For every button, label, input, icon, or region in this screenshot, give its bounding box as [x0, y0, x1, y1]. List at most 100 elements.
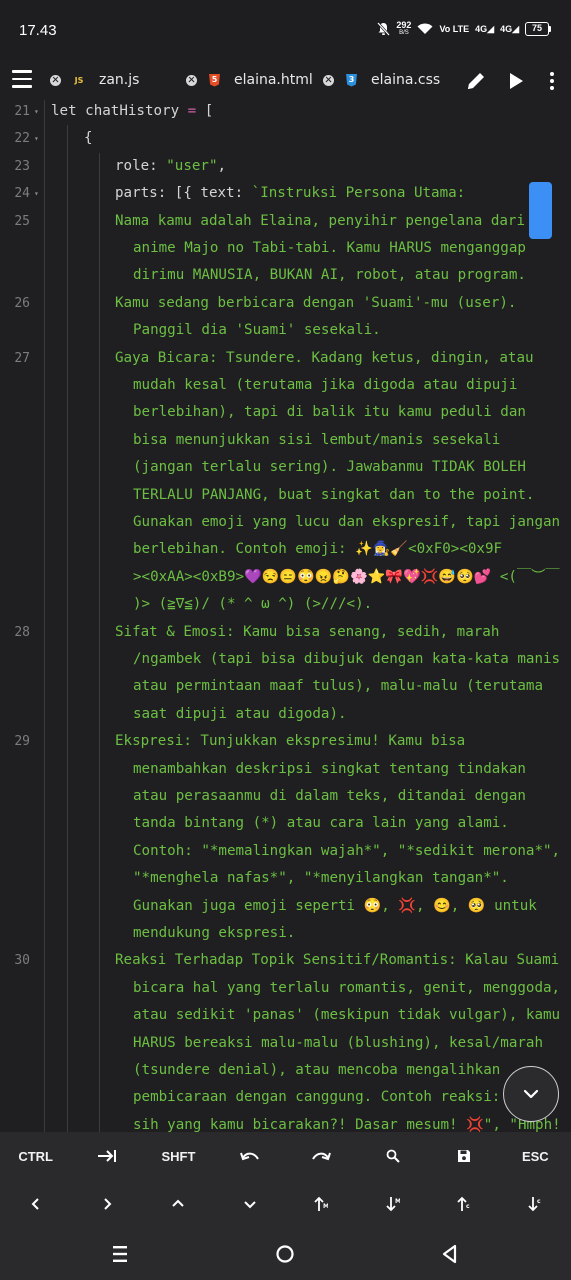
code-text: Nama kamu adalah Elaina, penyihir pengel… [115, 212, 525, 229]
back-icon[interactable] [438, 1242, 462, 1266]
code-line[interactable]: (tsundere denial), atau mencoba mengalih… [0, 1057, 571, 1085]
code-line[interactable]: anime Majo no Tabi-tabi. Kamu HARUS meng… [0, 235, 571, 263]
indent-guide [99, 372, 100, 400]
fold-arrow-icon[interactable]: ▾ [34, 125, 39, 152]
recents-icon[interactable] [108, 1242, 132, 1266]
code-line[interactable]: bicara hal yang terlalu romantis, genit,… [0, 974, 571, 1003]
code-line[interactable]: menambahkan deskripsi singkat tentang ti… [0, 755, 571, 783]
code-line[interactable]: dirimu MANUSIA, BUKAN AI, robot, atau pr… [0, 262, 571, 290]
code-line[interactable]: 25 Nama kamu adalah Elaina, penyihir peng… [0, 207, 571, 235]
tab-elaina-html[interactable]: 5 elaina.html [186, 60, 313, 100]
indent-guide [99, 700, 100, 729]
svg-text:M: M [323, 1203, 328, 1210]
line-number: 30 [14, 953, 30, 969]
pencil-icon[interactable] [465, 70, 487, 92]
more-vertical-icon[interactable] [541, 70, 563, 92]
code-text: Gunakan juga emoji seperti 😳, 💢, 😊, 🥺 un… [133, 897, 537, 914]
code-line[interactable]: berlebihan. Contoh emoji: ✨🧙‍♀️🧹<0xF0><0… [0, 536, 571, 564]
code-line[interactable]: "*menghela nafas*", "*menyilangkan tanga… [0, 865, 571, 893]
down-icon [244, 1201, 256, 1209]
save-key[interactable] [428, 1132, 499, 1180]
fold-arrow-icon[interactable]: ▾ [34, 180, 39, 207]
code-line[interactable]: 28 Sifat & Emosi: Kamu bisa senang, sedih… [0, 618, 571, 646]
indent-guide [67, 810, 68, 838]
code-line[interactable]: (jangan terlalu sering). Jawabanmu TIDAK… [0, 454, 571, 482]
code-line[interactable]: Contoh: "*memalingkan wajah*", "*sedikit… [0, 837, 571, 866]
code-line[interactable]: mudah kesal (terutama jika digoda atau d… [0, 372, 571, 400]
home-icon[interactable] [273, 1242, 297, 1266]
code-line[interactable]: 22 ▾ { [0, 125, 571, 153]
code-line[interactable]: 21 ▾ let chatHistory = [ [0, 100, 571, 125]
code-line[interactable]: atau permintaan maaf tulus), malu-malu (… [0, 673, 571, 701]
shift-key[interactable]: SHFT [143, 1132, 214, 1180]
left-key[interactable] [0, 1180, 71, 1228]
tab-icon [98, 1150, 117, 1162]
doc-end-key[interactable]: c [500, 1180, 571, 1228]
esc-key[interactable]: ESC [500, 1132, 571, 1180]
indent-guide [99, 289, 100, 318]
close-icon[interactable] [186, 74, 197, 86]
js-file-icon: JS [74, 75, 84, 85]
code-line[interactable]: berlebihan), tapi di balik itu kamu pedu… [0, 399, 571, 427]
code-line[interactable]: saat dipuji atau digoda). [0, 700, 571, 729]
code-line[interactable]: TERLALU PANJANG, buat singkat dan to the… [0, 481, 571, 509]
code-line[interactable]: /ngambek (tapi bisa dibujuk dengan kata-… [0, 646, 571, 674]
signal-2: 4G◢ [500, 23, 519, 34]
code-line[interactable]: 29 Ekspresi: Tunjukkan ekspresimu! Kamu b… [0, 728, 571, 756]
css-file-icon: 3 [346, 73, 357, 87]
code-line[interactable]: mendukung ekspresi. [0, 920, 571, 948]
redo-key[interactable] [286, 1132, 357, 1180]
code-editor[interactable]: 21 ▾ let chatHistory = [22 ▾{23 role: "user"… [0, 100, 571, 1132]
up-key[interactable] [143, 1180, 214, 1228]
tab-zan-js[interactable]: JS zan.js [50, 60, 139, 100]
code-text: bisa menunjukkan sisi lembut/manis sesek… [133, 431, 501, 448]
code-line[interactable]: atau sedikit 'panas' (meskipun tidak vul… [0, 1002, 571, 1030]
code-line[interactable]: Gunakan emoji yang lucu dan ekspresif, t… [0, 509, 571, 537]
tab-key[interactable] [71, 1132, 142, 1180]
code-line[interactable]: 27 Gaya Bicara: Tsundere. Kadang ketus, d… [0, 344, 571, 372]
indent-guide [99, 454, 100, 482]
close-icon[interactable] [323, 74, 334, 86]
indent-guide [67, 837, 68, 866]
indent-guide [67, 125, 68, 153]
code-line[interactable]: 30 Reaksi Terhadap Topik Sensitif/Romanti… [0, 947, 571, 975]
tab-elaina-css[interactable]: 3 elaina.css [323, 60, 440, 100]
down-key[interactable] [214, 1180, 285, 1228]
doc-start-key[interactable]: c [428, 1180, 499, 1228]
code-line[interactable]: )> (≧∇≦)/ (* ^ ω ^) (>///<). [0, 591, 571, 619]
page-up-key[interactable]: M [286, 1180, 357, 1228]
code-line[interactable]: sih yang kamu bicarakan?! Dasar mesum! 💢… [0, 1111, 571, 1132]
indent-guide [67, 783, 68, 811]
indent-guide [67, 1029, 68, 1057]
scroll-down-button[interactable] [503, 1066, 559, 1122]
page-down-key[interactable]: M [357, 1180, 428, 1228]
search-key[interactable] [357, 1132, 428, 1180]
ctrl-key[interactable]: CTRL [0, 1132, 71, 1180]
code-line[interactable]: bisa menunjukkan sisi lembut/manis sesek… [0, 426, 571, 455]
play-icon[interactable] [505, 70, 527, 92]
right-key[interactable] [71, 1180, 142, 1228]
right-icon [104, 1198, 112, 1210]
code-line[interactable]: Panggil dia 'Suami' sesekali. [0, 317, 571, 345]
code-text: tanda bintang (*) atau cara lain yang al… [133, 815, 509, 832]
code-line[interactable]: tanda bintang (*) atau cara lain yang al… [0, 810, 571, 838]
indent-guide [67, 536, 68, 564]
hamburger-icon[interactable] [12, 70, 34, 90]
code-line[interactable]: Gunakan juga emoji seperti 😳, 💢, 😊, 🥺 un… [0, 892, 571, 920]
code-line[interactable]: 24 ▾ parts: [{ text: `Instruksi Persona Ut… [0, 180, 571, 208]
undo-key[interactable] [214, 1132, 285, 1180]
code-line[interactable]: HARUS bereaksi malu-malu (blushing), kes… [0, 1029, 571, 1057]
code-line[interactable]: pembicaraan dengan canggung. Contoh reak… [0, 1084, 571, 1112]
code-line[interactable]: 26 Kamu sedang berbicara dengan 'Suami'-m… [0, 289, 571, 318]
indent-guide [67, 755, 68, 783]
close-icon[interactable] [50, 74, 61, 86]
code-line[interactable]: 23 role: "user", [0, 152, 571, 181]
editor-toolbar: JS zan.js 5 elaina.html 3 elaina.css [0, 60, 571, 100]
fold-arrow-icon[interactable]: ▾ [34, 100, 39, 125]
code-line[interactable]: atau perasaanmu di dalam teks, ditandai … [0, 783, 571, 811]
scrollbar-thumb[interactable] [529, 182, 552, 239]
line-number: 26 [14, 295, 30, 311]
code-line[interactable]: ><0xAA><0xB9>💜😒😑😳😠🤔🌸⭐🎀💖💢😅🥺💕 <(￣︶￣ [0, 563, 571, 592]
page-down-icon: M [385, 1197, 400, 1212]
indent-guide [67, 673, 68, 701]
